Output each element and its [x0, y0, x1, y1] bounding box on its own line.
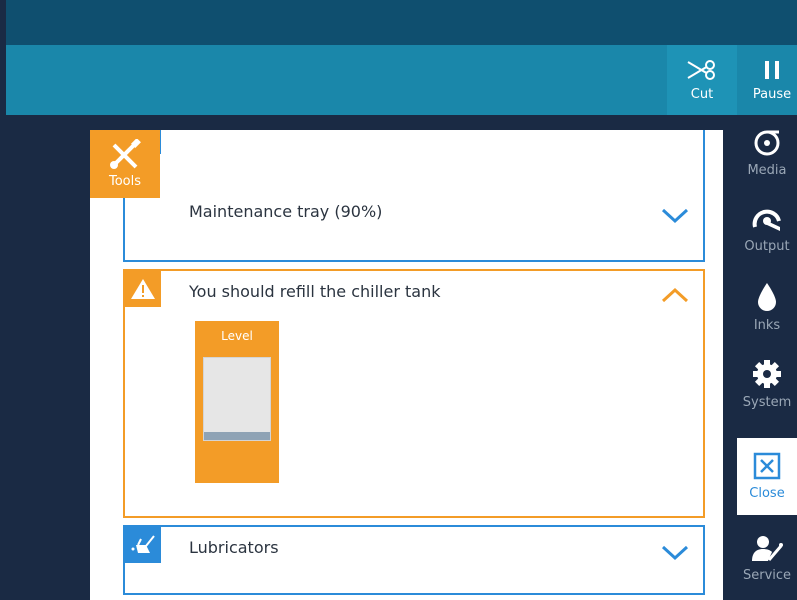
- ink-drop-icon: [758, 283, 776, 311]
- warning-icon: [131, 279, 155, 299]
- lubricators-card[interactable]: Lubricators: [123, 525, 705, 595]
- cut-button[interactable]: Cut: [667, 45, 737, 115]
- nav-item-media[interactable]: Media: [737, 115, 797, 192]
- output-icon: [752, 209, 781, 231]
- tools-tab[interactable]: Tools: [90, 130, 160, 198]
- chiller-tank-card[interactable]: You should refill the chiller tank Level: [123, 269, 705, 518]
- pause-label: Pause: [752, 86, 792, 102]
- nav-label-media: Media: [747, 163, 787, 178]
- maintenance-tray-title: Maintenance tray (90%): [189, 202, 383, 221]
- warning-icon-badge: [125, 271, 161, 307]
- toolbar: Cut Pause: [6, 45, 797, 115]
- nav-label-inks: Inks: [753, 318, 781, 333]
- top-bar: [6, 0, 797, 45]
- media-roll-icon: [754, 130, 780, 156]
- tools-panel: Maintenance tray (90%) You should refill…: [90, 130, 723, 600]
- oil-can-icon-badge: [125, 527, 161, 563]
- nav-item-close[interactable]: Close: [737, 438, 797, 515]
- nav-item-service[interactable]: Service: [737, 520, 797, 597]
- lubricators-title: Lubricators: [189, 538, 279, 557]
- scissors-icon: [687, 59, 715, 80]
- chiller-tank-title: You should refill the chiller tank: [189, 282, 441, 301]
- level-fill: [204, 431, 270, 440]
- gear-icon: [753, 360, 781, 388]
- nav-label-system: System: [742, 395, 792, 410]
- nav-item-inks[interactable]: Inks: [737, 269, 797, 346]
- maintenance-tray-card[interactable]: Maintenance tray (90%): [123, 130, 705, 262]
- left-margin: [6, 115, 90, 600]
- nav-label-close: Close: [749, 486, 785, 501]
- nav-label-service: Service: [742, 568, 792, 583]
- level-label: Level: [221, 329, 253, 343]
- level-gauge: [203, 357, 271, 441]
- nav-item-system[interactable]: System: [737, 346, 797, 423]
- service-icon: [752, 536, 783, 561]
- chevron-up-icon[interactable]: [661, 287, 689, 303]
- close-icon: [753, 452, 781, 480]
- pause-icon: [765, 60, 779, 79]
- tools-label: Tools: [108, 174, 142, 189]
- wrench-screwdriver-icon: [110, 139, 141, 169]
- cut-label: Cut: [690, 86, 714, 102]
- chevron-down-icon[interactable]: [661, 208, 689, 224]
- oil-can-icon: [131, 535, 155, 553]
- chevron-down-icon[interactable]: [661, 545, 689, 561]
- chiller-level-indicator: Level: [195, 321, 279, 483]
- nav-item-output[interactable]: Output: [737, 192, 797, 269]
- right-navigation: Media Output Inks System Close Service: [737, 115, 797, 600]
- pause-button[interactable]: Pause: [737, 45, 797, 115]
- nav-label-output: Output: [744, 239, 790, 254]
